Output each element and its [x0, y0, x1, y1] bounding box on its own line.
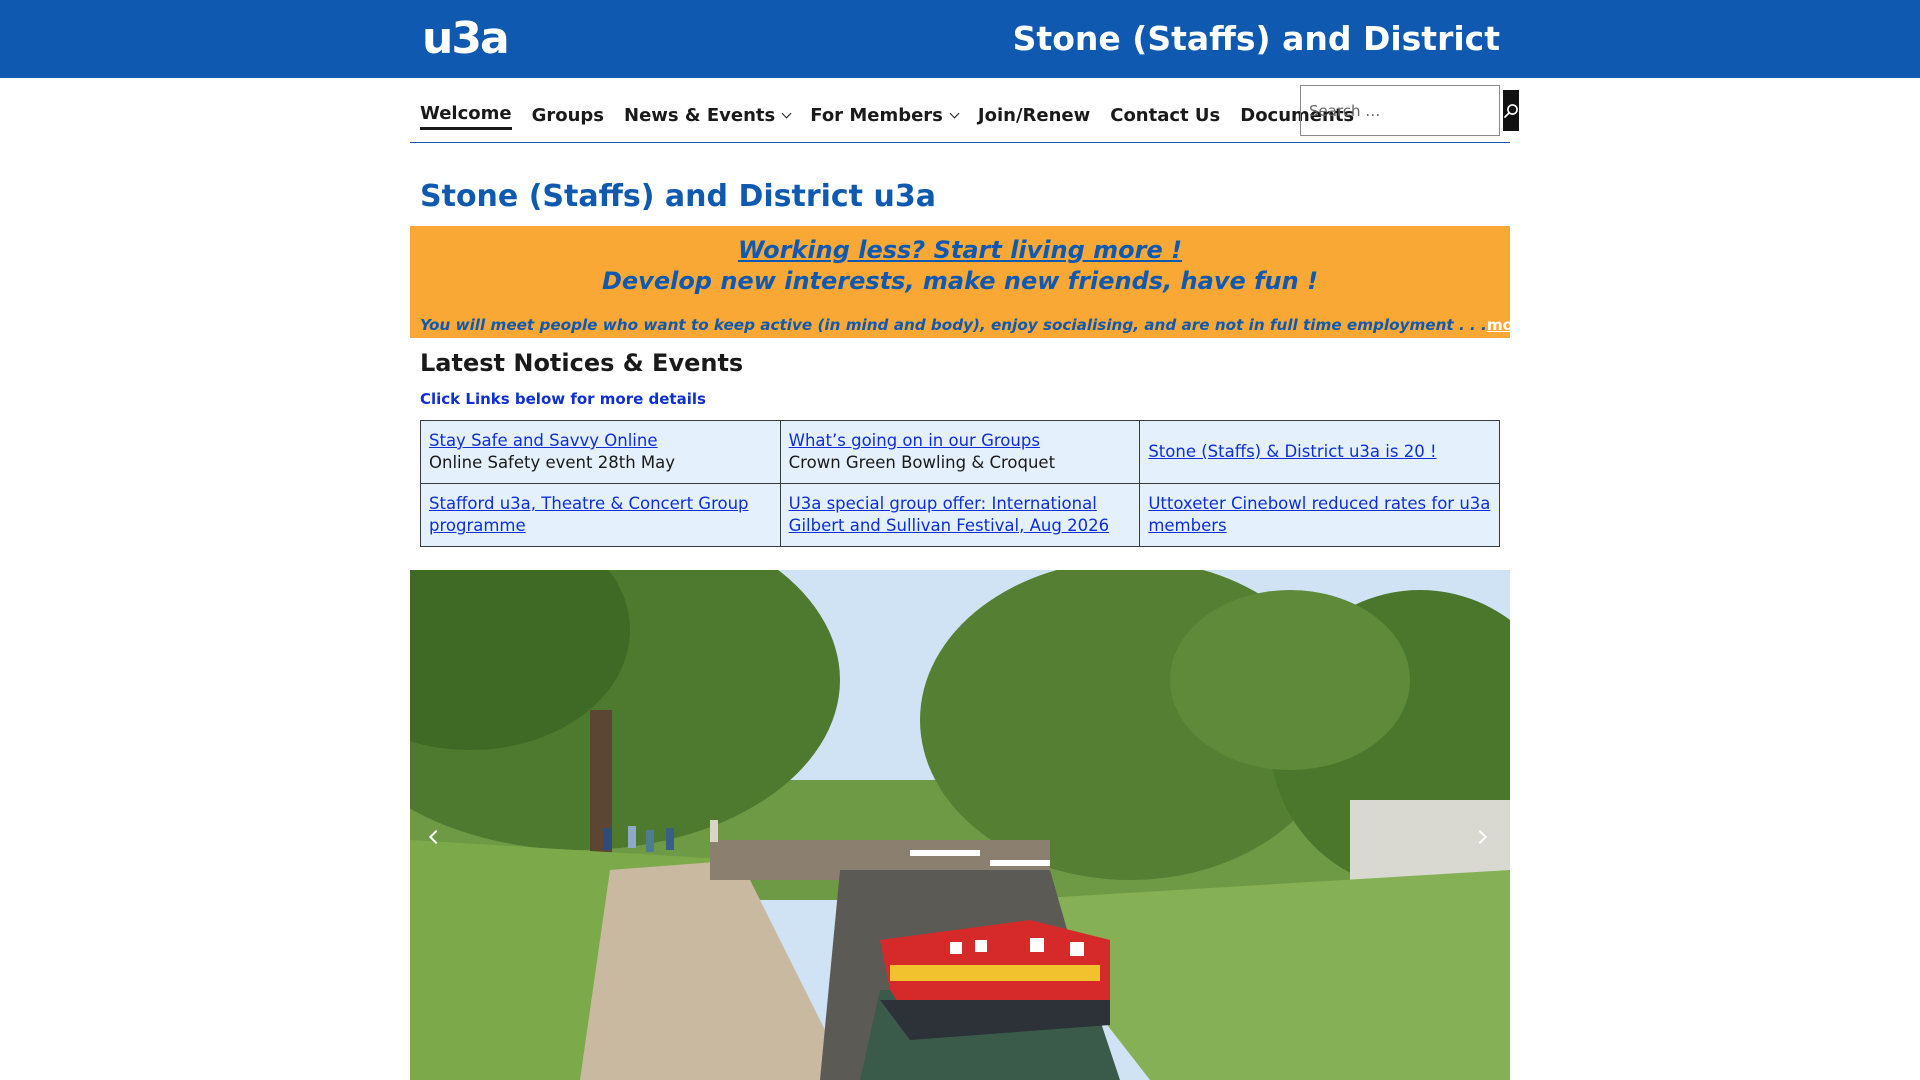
chevron-down-icon[interactable] [781, 108, 792, 118]
notice-cell: Stay Safe and Savvy Online Online Safety… [420, 420, 781, 484]
carousel-next-button[interactable] [1472, 825, 1496, 849]
chevron-down-icon[interactable] [949, 108, 960, 118]
notice-description: Crown Green Bowling & Croquet [788, 453, 1056, 472]
notices-table: Stay Safe and Savvy Online Online Safety… [420, 420, 1500, 547]
main-navigation: Welcome Groups News & Events For Members… [410, 78, 1519, 143]
table-row: Stay Safe and Savvy Online Online Safety… [420, 420, 1500, 484]
chevron-left-icon [428, 829, 444, 845]
notices-heading: Latest Notices & Events [420, 349, 744, 377]
search-button[interactable] [1503, 90, 1519, 131]
nav-item-for-members[interactable]: For Members [810, 103, 960, 129]
site-title[interactable]: Stone (Staffs) and District [1013, 18, 1500, 60]
nav-item-news-events[interactable]: News & Events [624, 103, 792, 129]
nav-item-label: News & Events [624, 104, 776, 126]
nav-item-label: For Members [810, 104, 943, 126]
nav-item-contact-us[interactable]: Contact Us [1110, 103, 1220, 129]
carousel-prev-button[interactable] [424, 825, 448, 849]
notice-link[interactable]: Stafford u3a, Theatre & Concert Group pr… [429, 493, 772, 537]
notices-subheading: Click Links below for more details [420, 390, 706, 408]
nav-item-join-renew[interactable]: Join/Renew [978, 103, 1090, 129]
more-link[interactable]: more [1487, 316, 1531, 334]
notice-cell: Stafford u3a, Theatre & Concert Group pr… [420, 483, 781, 547]
nav-item-groups[interactable]: Groups [532, 103, 604, 129]
image-carousel [410, 570, 1510, 1080]
notice-link[interactable]: U3a special group offer: International G… [789, 493, 1132, 537]
page-title: Stone (Staffs) and District u3a [420, 179, 936, 214]
banner-body: You will meet people who want to keep ac… [420, 316, 1531, 334]
table-row: Stafford u3a, Theatre & Concert Group pr… [420, 483, 1500, 547]
nav-item-label: Join/Renew [977, 104, 1091, 126]
nav-item-welcome[interactable]: Welcome [420, 101, 512, 130]
nav-item-label: Groups [531, 104, 605, 126]
notice-cell: Stone (Staffs) & District u3a is 20 ! [1139, 420, 1500, 484]
banner-subheadline: Develop new interests, make new friends,… [601, 267, 1319, 295]
notice-link[interactable]: What’s going on in our Groups [789, 430, 1132, 452]
u3a-logo[interactable]: u3a [422, 14, 510, 64]
notice-link[interactable]: Stay Safe and Savvy Online [429, 430, 772, 452]
notice-link[interactable]: Stone (Staffs) & District u3a is 20 ! [1148, 441, 1491, 463]
nav-menu: Welcome Groups News & Events For Members… [420, 101, 1374, 130]
notice-cell: U3a special group offer: International G… [779, 483, 1141, 547]
canal-lock-photo [410, 570, 1510, 1080]
search-form [1300, 85, 1519, 136]
notice-cell: Uttoxeter Cinebowl reduced rates for u3a… [1139, 483, 1500, 547]
notice-link[interactable]: Uttoxeter Cinebowl reduced rates for u3a… [1148, 493, 1491, 537]
nav-item-label: Contact Us [1110, 104, 1221, 126]
nav-item-label: Welcome [420, 103, 512, 124]
search-icon [1504, 103, 1518, 118]
search-input[interactable] [1305, 90, 1503, 131]
notice-description: Online Safety event 28th May [429, 453, 676, 472]
banner-headline[interactable]: Working less? Start living more ! [410, 235, 1510, 265]
notice-cell: What’s going on in our Groups Crown Gree… [779, 420, 1141, 484]
site-header: u3a Stone (Staffs) and District [0, 0, 1920, 78]
banner-body-text: You will meet people who want to keep ac… [420, 316, 1487, 334]
chevron-right-icon [1472, 829, 1488, 845]
welcome-banner: Working less? Start living more ! Develo… [410, 226, 1531, 338]
